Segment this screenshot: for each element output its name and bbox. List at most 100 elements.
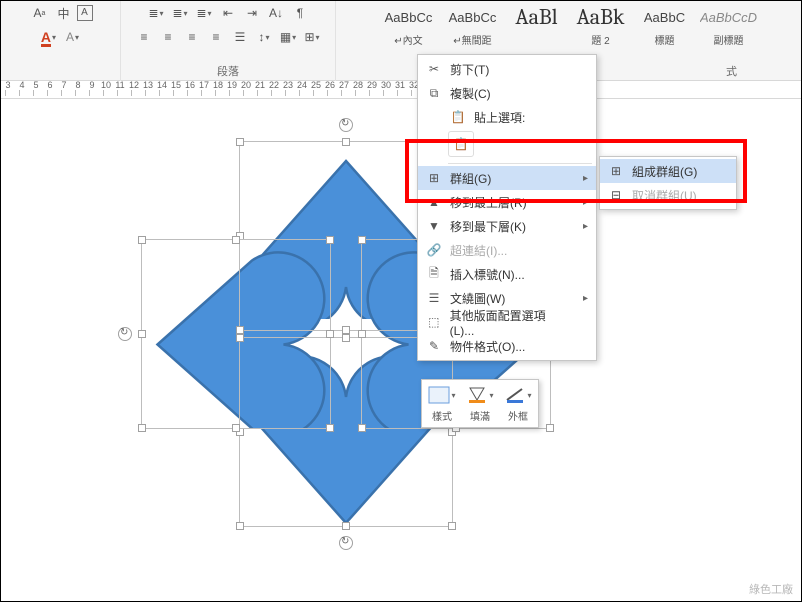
mini-style-button[interactable]: ▾ 樣式 — [428, 384, 456, 423]
rotate-handle[interactable] — [118, 327, 132, 341]
align-left-button[interactable]: ≡ — [133, 27, 155, 47]
resize-handle[interactable] — [342, 326, 350, 334]
resize-handle[interactable] — [342, 334, 350, 342]
ruler-tick — [271, 90, 285, 96]
context-menu: ✂剪下(T) ⧉複製(C) 📋貼上選項: 📋 ⊞群組(G)▸ ▲移到最上層(R)… — [417, 54, 597, 361]
ctx-wrap-label: 文繞圖(W) — [450, 290, 505, 307]
resize-handle[interactable] — [326, 424, 334, 432]
ruler-tick — [229, 90, 243, 96]
align-center-button[interactable]: ≡ — [157, 27, 179, 47]
ruler-tick — [5, 90, 19, 96]
mini-outline-button[interactable]: ▾ 外框 — [504, 384, 532, 423]
scissors-icon: ✂ — [424, 60, 444, 78]
resize-handle[interactable] — [236, 522, 244, 530]
resize-handle[interactable] — [358, 330, 366, 338]
style-item[interactable]: AaBbC 標題 — [633, 1, 697, 53]
ctx-send-back[interactable]: ▼移到最下層(K)▸ — [418, 214, 596, 238]
line-spacing-button[interactable]: ↕▾ — [253, 27, 275, 47]
resize-handle[interactable] — [326, 330, 334, 338]
ruler-tick — [383, 90, 397, 96]
numbering-button[interactable]: ≣▾ — [169, 3, 191, 23]
paste-option-button[interactable]: 📋 — [448, 131, 474, 157]
resize-handle[interactable] — [138, 424, 146, 432]
ctx-cut[interactable]: ✂剪下(T) — [418, 57, 596, 81]
group-submenu: ⊞組成群組(G) ⊟取消群組(U) — [599, 156, 737, 210]
ctx-format-object[interactable]: ✎物件格式(O)... — [418, 334, 596, 358]
increase-indent-button[interactable]: ⇥ — [241, 3, 263, 23]
decrease-indent-button[interactable]: ⇤ — [217, 3, 239, 23]
highlight-button[interactable]: A▾ — [62, 27, 84, 47]
ruler-tick — [19, 90, 33, 96]
ctx-bring-front[interactable]: ▲移到最上層(R)▸ — [418, 190, 596, 214]
styles-group-label: 式 — [726, 63, 737, 79]
submenu-group[interactable]: ⊞組成群組(G) — [600, 159, 736, 183]
paragraph-group-label: 段落 — [217, 63, 239, 79]
resize-handle[interactable] — [546, 424, 554, 432]
font-color-button[interactable]: A▾ — [38, 27, 60, 47]
resize-handle[interactable] — [358, 236, 366, 244]
selection-box[interactable] — [141, 239, 331, 429]
rotate-handle[interactable] — [339, 118, 353, 132]
submenu-arrow-icon: ▸ — [583, 221, 588, 232]
align-right-button[interactable]: ≡ — [181, 27, 203, 47]
justify-button[interactable]: ≡ — [205, 27, 227, 47]
resize-handle[interactable] — [138, 330, 146, 338]
ctx-copy-label: 複製(C) — [450, 85, 491, 102]
multilevel-button[interactable]: ≣▾ — [193, 3, 215, 23]
resize-handle[interactable] — [342, 138, 350, 146]
resize-handle[interactable] — [326, 236, 334, 244]
bring-front-icon: ▲ — [424, 193, 444, 211]
resize-handle[interactable] — [138, 236, 146, 244]
ctx-insert-caption[interactable]: 🗎插入標號(N)... — [418, 262, 596, 286]
ruler-tick — [257, 90, 271, 96]
show-marks-button[interactable]: ¶ — [289, 3, 311, 23]
resize-handle[interactable] — [342, 522, 350, 530]
ruler-tick — [159, 90, 173, 96]
ruler-tick — [75, 90, 89, 96]
style-name-label: 標題 — [636, 32, 694, 47]
style-item[interactable]: AaBbCc↵無間距 — [441, 1, 505, 53]
ctx-send-back-label: 移到最下層(K) — [450, 218, 526, 235]
ctx-group[interactable]: ⊞群組(G)▸ — [418, 166, 596, 190]
ctx-copy[interactable]: ⧉複製(C) — [418, 81, 596, 105]
ctx-format-label: 物件格式(O)... — [450, 338, 525, 355]
character-border-button[interactable]: 中 — [53, 3, 75, 23]
distribute-button[interactable]: ☰ — [229, 27, 251, 47]
ungroup-icon: ⊟ — [606, 186, 626, 204]
ruler-tick — [131, 90, 145, 96]
enclose-chars-button[interactable]: A — [77, 5, 93, 21]
style-item[interactable]: AaBl — [505, 1, 569, 53]
mini-style-label: 樣式 — [428, 408, 456, 423]
bullets-button[interactable]: ≣▾ — [145, 3, 167, 23]
style-item[interactable]: AaBbCcD副標題 — [697, 1, 761, 53]
resize-handle[interactable] — [236, 138, 244, 146]
rotate-handle[interactable] — [339, 536, 353, 550]
phonetic-guide-button[interactable]: Aa — [29, 3, 51, 23]
shading-button[interactable]: ▦▾ — [277, 27, 299, 47]
resize-handle[interactable] — [448, 522, 456, 530]
ruler-tick — [215, 90, 229, 96]
style-item[interactable]: AaBbCc↵內文 — [377, 1, 441, 53]
ruler-tick — [243, 90, 257, 96]
ruler-tick — [47, 90, 61, 96]
ruler-tick — [145, 90, 159, 96]
style-item[interactable]: AaBk題 2 — [569, 1, 633, 53]
group-icon: ⊞ — [606, 162, 626, 180]
borders-button[interactable]: ⊞▾ — [301, 27, 323, 47]
resize-handle[interactable] — [232, 424, 240, 432]
resize-handle[interactable] — [232, 236, 240, 244]
mini-fill-button[interactable]: ▾ 填滿 — [466, 384, 494, 423]
ctx-hyperlink-label: 超連結(I)... — [450, 242, 507, 259]
sort-button[interactable]: A↓ — [265, 3, 287, 23]
clipboard-icon: 📋 — [448, 108, 468, 126]
styles-gallery[interactable]: AaBbCc↵內文AaBbCc↵無間距AaBlAaBk題 2AaBbC 標題AaB… — [375, 1, 763, 53]
mini-toolbar: ▾ 樣式 ▾ 填滿 ▾ 外框 — [421, 379, 539, 428]
ctx-paste-options-label: 📋貼上選項: — [418, 105, 596, 129]
horizontal-ruler[interactable] — [1, 81, 801, 99]
ruler-tick — [33, 90, 47, 96]
watermark: 綠色工廠 — [749, 581, 793, 597]
ctx-layout-options[interactable]: ⬚其他版面配置選項(L)... — [418, 310, 596, 334]
style-preview: AaBbC — [636, 4, 694, 30]
resize-handle[interactable] — [358, 424, 366, 432]
ruler-tick — [103, 90, 117, 96]
